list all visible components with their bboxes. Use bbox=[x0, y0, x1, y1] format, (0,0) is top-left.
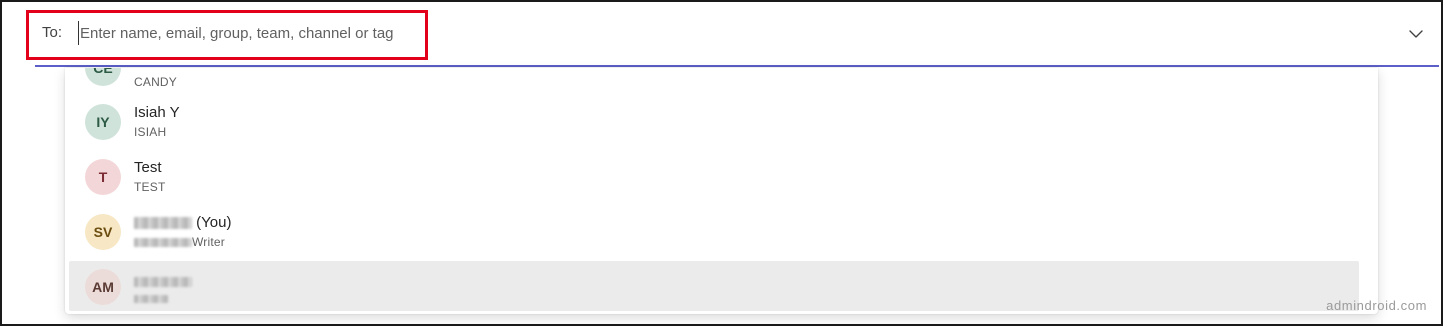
avatar-initials: T bbox=[98, 169, 108, 185]
avatar-initials: AM bbox=[92, 279, 114, 295]
job-title: Writer bbox=[192, 235, 225, 249]
compose-panel: To: CE CANDY IY Isiah Y ISIAH bbox=[0, 0, 1443, 326]
avatar: T bbox=[85, 159, 121, 195]
redacted-title bbox=[134, 238, 192, 248]
suggestion-subtitle: CANDY bbox=[134, 75, 178, 89]
avatar: CE bbox=[85, 68, 121, 86]
avatar-initials: CE bbox=[93, 68, 113, 76]
avatar: AM bbox=[85, 269, 121, 305]
suggestion-subtitle: Writer bbox=[134, 235, 225, 249]
avatar-initials: IY bbox=[96, 114, 110, 130]
avatar-initials: SV bbox=[93, 224, 113, 240]
suggestion-subtitle: TEST bbox=[134, 180, 166, 194]
suggestion-item-self[interactable]: SV (You) Writer bbox=[69, 206, 1359, 256]
suggestion-item-am[interactable]: AM bbox=[69, 261, 1359, 311]
suggestion-name: Test bbox=[134, 159, 162, 176]
redacted-subtitle bbox=[134, 294, 168, 303]
suggestion-item-test[interactable]: T Test TEST bbox=[69, 151, 1359, 201]
suggestion-name bbox=[134, 273, 192, 290]
chevron-down-icon[interactable] bbox=[1407, 26, 1425, 42]
suggestion-subtitle: ISIAH bbox=[134, 125, 167, 139]
suggestion-subtitle bbox=[134, 291, 168, 305]
redacted-name bbox=[134, 277, 192, 288]
to-field-underline bbox=[35, 65, 1439, 67]
redacted-name bbox=[134, 217, 192, 230]
suggestion-name: (You) bbox=[134, 214, 231, 231]
suggestion-name: Isiah Y bbox=[134, 104, 180, 121]
avatar: SV bbox=[85, 214, 121, 250]
suggestion-item-candy[interactable]: CE CANDY bbox=[69, 68, 1359, 92]
suggestion-item-isiah[interactable]: IY Isiah Y ISIAH bbox=[69, 96, 1359, 146]
watermark: admindroid.com bbox=[1326, 298, 1427, 313]
to-row: To: bbox=[2, 2, 1441, 66]
you-tag: (You) bbox=[196, 214, 232, 231]
recipient-suggestion-list: CE CANDY IY Isiah Y ISIAH T Test TEST SV bbox=[65, 68, 1378, 314]
to-field-highlight bbox=[26, 10, 428, 60]
avatar: IY bbox=[85, 104, 121, 140]
